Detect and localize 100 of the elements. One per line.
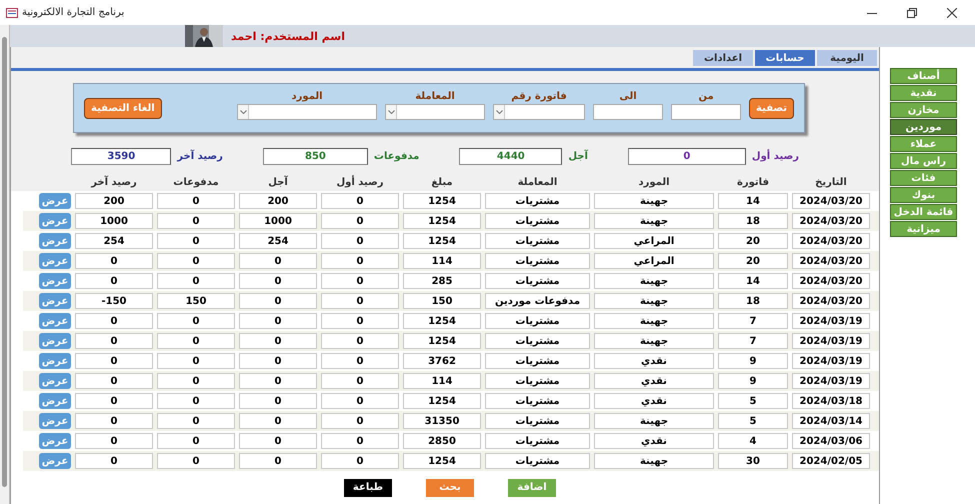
table-cell: 9 (718, 353, 788, 369)
view-button[interactable]: عرض (39, 453, 71, 469)
filter-button[interactable]: تصفية (749, 98, 794, 118)
tab[interactable]: اليومية (817, 50, 877, 66)
action-button[interactable]: بحث (426, 478, 474, 496)
field-label: المعاملة (415, 90, 455, 102)
table-cell: مشتريات (485, 433, 590, 449)
close-icon[interactable] (947, 8, 957, 18)
table-cell: 0 (75, 393, 153, 409)
sidebar-item[interactable]: بنوك (890, 187, 957, 203)
view-button[interactable]: عرض (39, 413, 71, 429)
view-button[interactable]: عرض (39, 373, 71, 389)
table-cell: جهينة (594, 333, 714, 349)
table-cell: 0 (157, 433, 235, 449)
table-cell: 7 (718, 333, 788, 349)
table-cell: 2024/03/20 (792, 193, 870, 209)
table-cell: 0 (157, 333, 235, 349)
view-button[interactable]: عرض (39, 353, 71, 369)
table-cell: 0 (239, 293, 317, 309)
view-button[interactable]: عرض (39, 293, 71, 309)
table-cell: 9 (718, 373, 788, 389)
table-cell: مشتريات (485, 453, 590, 469)
table-cell: نقدي (594, 373, 714, 389)
table-cell: 200 (75, 193, 153, 209)
input-field[interactable] (593, 104, 664, 120)
view-button[interactable]: عرض (39, 273, 71, 289)
table-cell: المراعي (594, 233, 714, 249)
table-cell: 0 (157, 353, 235, 369)
table-cell: مشتريات (485, 273, 590, 289)
view-button[interactable]: عرض (39, 193, 71, 209)
table-cell: مشتريات (485, 333, 590, 349)
table-cell: 0 (321, 253, 399, 269)
table-cell: 0 (321, 373, 399, 389)
table-cell: 0 (321, 293, 399, 309)
sidebar-item[interactable]: موردين (890, 119, 957, 135)
table-cell: 18 (718, 293, 788, 309)
column-header: مبلغ (430, 177, 454, 188)
view-button[interactable]: عرض (39, 213, 71, 229)
table-cell: 0 (321, 273, 399, 289)
table-cell: 0 (157, 273, 235, 289)
table-cell: جهينة (594, 193, 714, 209)
table-cell: 1254 (403, 393, 481, 409)
tab[interactable]: اعدادات (693, 50, 753, 66)
table-cell: 2024/03/19 (792, 373, 870, 389)
dropdown-field[interactable] (237, 104, 378, 120)
table-cell: جهينة (594, 313, 714, 329)
action-button[interactable]: اضافة (508, 478, 556, 496)
table-cell: 18 (718, 213, 788, 229)
table-cell: 0 (75, 453, 153, 469)
view-button[interactable]: عرض (39, 313, 71, 329)
table-cell: مشتريات (485, 393, 590, 409)
table-cell: مشتريات (485, 413, 590, 429)
table-cell: 0 (157, 213, 235, 229)
table-cell: 0 (321, 333, 399, 349)
table-cell: 0 (75, 313, 153, 329)
view-button[interactable]: عرض (39, 233, 71, 249)
action-button[interactable]: طباعة (344, 478, 392, 496)
clear-filter-button[interactable]: الغاء التصفية (84, 98, 162, 118)
table-cell: 1000 (239, 213, 317, 229)
view-button[interactable]: عرض (39, 333, 71, 349)
view-button[interactable]: عرض (39, 253, 71, 269)
column-header: مدفوعات (172, 177, 220, 188)
sidebar-item[interactable]: نقدية (890, 85, 957, 101)
table-cell: 5 (718, 393, 788, 409)
table-cell: 0 (239, 373, 317, 389)
column-header: رصيد أول (335, 177, 385, 188)
table-cell: 254 (239, 233, 317, 249)
scrollbar[interactable] (0, 25, 10, 504)
sidebar-item[interactable]: قائمة الدخل (890, 204, 957, 220)
sidebar-item[interactable]: عملاء (890, 136, 957, 152)
view-button[interactable]: عرض (39, 393, 71, 409)
table-cell: 3762 (403, 353, 481, 369)
sidebar-item[interactable]: ميزانية (890, 221, 957, 237)
view-button[interactable]: عرض (39, 433, 71, 449)
field-label: فاتورة رقم (511, 90, 567, 102)
sidebar-item[interactable]: أصناف (890, 68, 957, 84)
caret-icon (496, 110, 503, 114)
table-cell: 2024/02/05 (792, 453, 870, 469)
sidebar-item[interactable]: راس مال (890, 153, 957, 169)
dropdown-field[interactable] (385, 104, 486, 120)
table-cell: 0 (75, 373, 153, 389)
table-cell: 2024/03/14 (792, 413, 870, 429)
table-cell: 2850 (403, 433, 481, 449)
table-cell: 0 (321, 353, 399, 369)
table-cell: 2024/03/19 (792, 333, 870, 349)
table-cell: 2024/03/18 (792, 393, 870, 409)
table-cell: 0 (321, 193, 399, 209)
table-cell: 0 (157, 393, 235, 409)
summary-label: آجل (568, 150, 588, 162)
sidebar-item[interactable]: فئات (890, 170, 957, 186)
table-cell: 20 (718, 233, 788, 249)
dropdown-field[interactable] (493, 104, 586, 120)
table-cell: 0 (157, 313, 235, 329)
tab[interactable]: حسابات (755, 50, 815, 66)
table-cell: 150 (157, 293, 235, 309)
sidebar-item[interactable]: مخازن (890, 102, 957, 118)
summary-label: مدفوعات (374, 150, 420, 162)
restore-icon[interactable] (907, 8, 917, 18)
summary-field: 850 (262, 148, 368, 164)
input-field[interactable] (671, 104, 742, 120)
